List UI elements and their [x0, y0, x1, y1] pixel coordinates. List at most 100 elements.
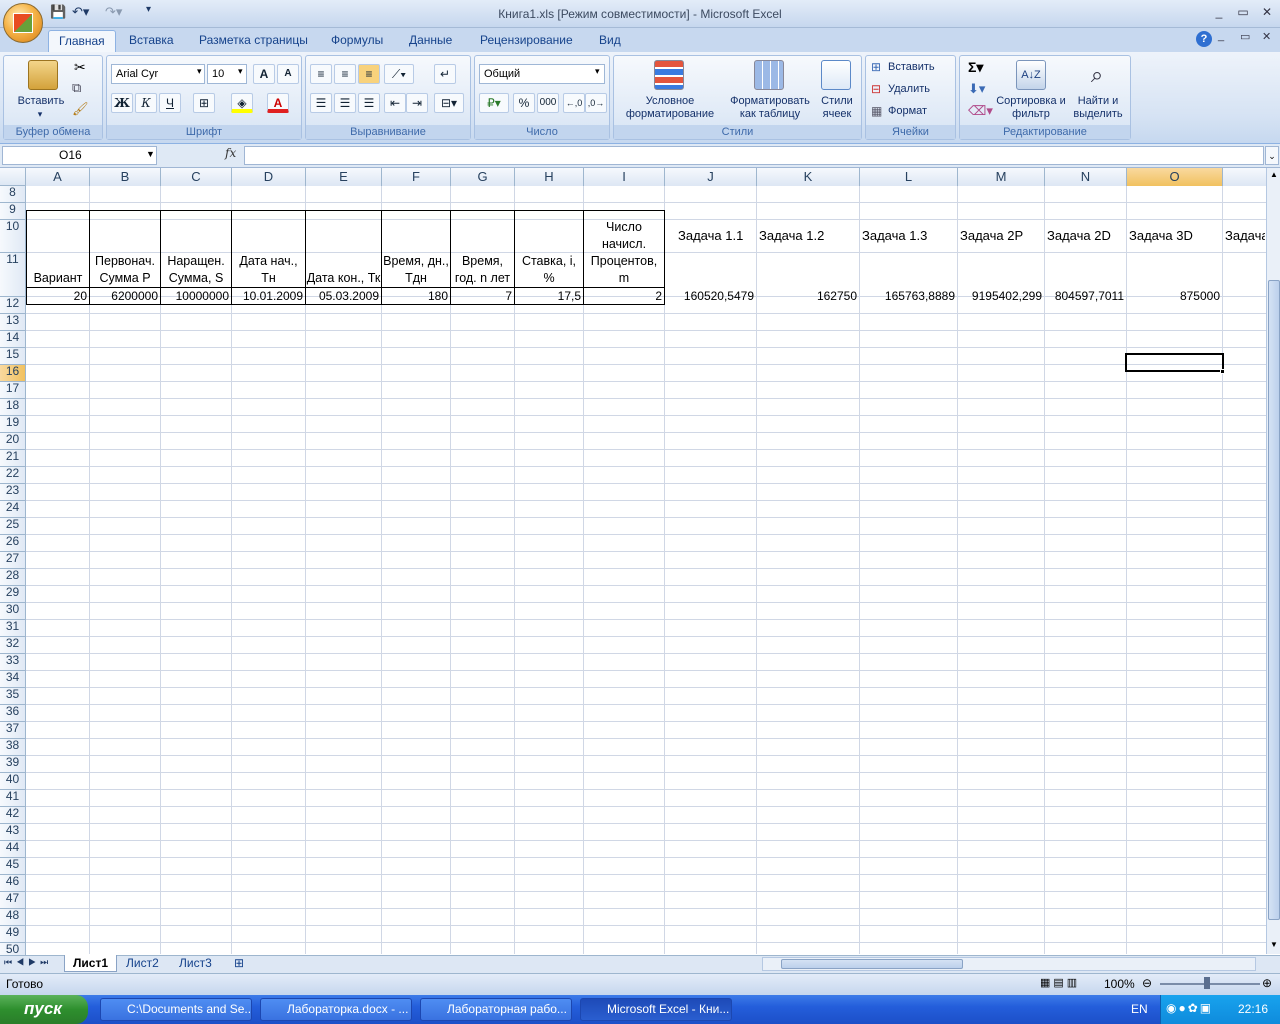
- autosum-icon[interactable]: Σ▾: [968, 59, 983, 76]
- insert-sheet-icon[interactable]: ⊞: [226, 955, 252, 972]
- currency-icon[interactable]: ₽▾: [479, 93, 509, 113]
- column-header-j[interactable]: J: [665, 168, 757, 186]
- task-header-1-2[interactable]: Задача 1.2: [759, 229, 824, 243]
- data-cell-start-date[interactable]: 10.01.2009: [231, 287, 306, 305]
- name-box-dropdown-icon[interactable]: ▼: [146, 149, 155, 159]
- scroll-up-icon[interactable]: ▲: [1268, 168, 1280, 182]
- column-header-a[interactable]: A: [26, 168, 90, 186]
- active-cell-o16[interactable]: [1125, 353, 1224, 372]
- maximize-button[interactable]: ▭: [1232, 5, 1254, 21]
- paste-button[interactable]: Вставить: [6, 95, 76, 108]
- header-cell-principal[interactable]: Первонач. Сумма P: [89, 210, 161, 288]
- format-cells-button[interactable]: Формат: [888, 105, 954, 118]
- delete-cells-button[interactable]: Удалить: [888, 83, 954, 96]
- header-cell-variant[interactable]: Вариант: [26, 210, 90, 288]
- header-cell-days[interactable]: Время, дн., Тдн: [381, 210, 451, 288]
- header-cell-end-date[interactable]: Дата кон., Тк: [305, 210, 382, 288]
- task-value-3d[interactable]: 875000: [1127, 289, 1222, 303]
- tab-review[interactable]: Рецензирование: [470, 30, 583, 52]
- column-header-e[interactable]: E: [306, 168, 382, 186]
- data-cell-variant[interactable]: 20: [26, 287, 90, 305]
- horizontal-scrollbar[interactable]: [762, 957, 1256, 971]
- zoom-slider-thumb[interactable]: [1204, 977, 1210, 989]
- sheet-tab-3[interactable]: Лист3: [171, 955, 220, 972]
- task-header-2d[interactable]: Задача 2D: [1047, 229, 1111, 243]
- bold-button[interactable]: Ж: [111, 93, 133, 113]
- number-format-dropdown-icon[interactable]: ▾: [595, 66, 600, 77]
- data-cell-principal[interactable]: 6200000: [89, 287, 161, 305]
- header-cell-start-date[interactable]: Дата нач., Тн: [231, 210, 306, 288]
- start-button[interactable]: пуск: [0, 995, 88, 1024]
- taskbar-item-excel[interactable]: Microsoft Excel - Кни...: [580, 998, 732, 1021]
- align-right-icon[interactable]: ☰: [358, 93, 380, 113]
- find-select-button[interactable]: Найти и выделить: [1066, 95, 1130, 121]
- ribbon-restore-icon[interactable]: ▭: [1240, 30, 1250, 43]
- decrease-font-icon[interactable]: A: [277, 64, 299, 84]
- borders-icon[interactable]: ⊞: [193, 93, 215, 113]
- align-middle-icon[interactable]: ≡: [334, 64, 356, 84]
- align-bottom-icon[interactable]: ≡: [358, 64, 380, 84]
- increase-font-icon[interactable]: A: [253, 64, 275, 84]
- zoom-level[interactable]: 100%: [1104, 977, 1135, 991]
- column-header-l[interactable]: L: [860, 168, 958, 186]
- clear-icon[interactable]: ⌫▾: [968, 103, 993, 119]
- format-painter-icon[interactable]: 🖌: [72, 101, 89, 117]
- sheet-tab-1[interactable]: Лист1: [64, 955, 118, 972]
- taskbar-item-explorer[interactable]: C:\Documents and Se...: [100, 998, 252, 1021]
- minimize-button[interactable]: _: [1208, 5, 1230, 21]
- horizontal-scroll-thumb[interactable]: [781, 959, 963, 969]
- data-cell-periods[interactable]: 2: [583, 287, 665, 305]
- task-header-1-3[interactable]: Задача 1.3: [862, 229, 927, 243]
- number-format-combo[interactable]: Общий: [479, 64, 605, 84]
- ribbon-minimize-icon[interactable]: _: [1218, 30, 1224, 42]
- header-cell-years[interactable]: Время, год. n лет: [450, 210, 515, 288]
- sheet-tab-2[interactable]: Лист2: [118, 955, 167, 972]
- task-value-1-3[interactable]: 165763,8889: [860, 289, 957, 303]
- sort-filter-button[interactable]: Сортировка и фильтр: [994, 95, 1068, 121]
- task-value-1-2[interactable]: 162750: [757, 289, 859, 303]
- column-header-i[interactable]: I: [584, 168, 665, 186]
- task-value-2p[interactable]: 9195402,299: [958, 289, 1044, 303]
- column-header-h[interactable]: H: [515, 168, 584, 186]
- font-size-dropdown-icon[interactable]: ▾: [238, 66, 243, 77]
- underline-button[interactable]: Ч: [159, 93, 181, 113]
- vertical-scrollbar[interactable]: ▲ ▼: [1266, 168, 1280, 954]
- merge-cells-icon[interactable]: ⊟▾: [434, 93, 464, 113]
- expand-formula-bar-icon[interactable]: ⌄: [1265, 146, 1279, 165]
- header-cell-periods[interactable]: Число начисл. Процентов, m: [583, 210, 665, 288]
- help-icon[interactable]: ?: [1196, 31, 1212, 47]
- increase-decimal-icon[interactable]: ←,0: [563, 93, 585, 113]
- increase-indent-icon[interactable]: ⇥: [406, 93, 428, 113]
- align-left-icon[interactable]: ☰: [310, 93, 332, 113]
- tab-page-layout[interactable]: Разметка страницы: [189, 30, 318, 52]
- column-header-d[interactable]: D: [232, 168, 306, 186]
- column-header-n[interactable]: N: [1045, 168, 1127, 186]
- fill-handle[interactable]: [1220, 369, 1225, 374]
- row-header-11[interactable]: 11: [0, 252, 26, 297]
- zoom-out-icon[interactable]: ⊖: [1142, 976, 1152, 990]
- insert-cells-button[interactable]: Вставить: [888, 61, 954, 74]
- decrease-indent-icon[interactable]: ⇤: [384, 93, 406, 113]
- task-header-1-1[interactable]: Задача 1.1: [678, 229, 743, 243]
- ribbon-close-icon[interactable]: ✕: [1262, 30, 1271, 43]
- tab-view[interactable]: Вид: [589, 30, 631, 52]
- font-name-dropdown-icon[interactable]: ▾: [197, 66, 202, 77]
- column-header-k[interactable]: K: [757, 168, 860, 186]
- task-value-1-1[interactable]: 160520,5479: [665, 289, 756, 303]
- fill-icon[interactable]: ⬇▾: [968, 81, 985, 97]
- paste-dropdown-icon[interactable]: ▾: [30, 108, 50, 121]
- task-header-2p[interactable]: Задача 2P: [960, 229, 1023, 243]
- name-box[interactable]: O16: [2, 146, 157, 165]
- data-cell-years[interactable]: 7: [450, 287, 515, 305]
- data-cell-end-date[interactable]: 05.03.2009: [305, 287, 382, 305]
- copy-icon[interactable]: ⧉: [72, 80, 81, 96]
- column-header-o[interactable]: O: [1127, 168, 1223, 186]
- column-header-m[interactable]: M: [958, 168, 1045, 186]
- zoom-slider[interactable]: [1160, 983, 1260, 985]
- task-value-2d[interactable]: 804597,7011: [1045, 289, 1126, 303]
- tab-formulas[interactable]: Формулы: [321, 30, 393, 52]
- language-indicator[interactable]: EN: [1131, 1002, 1148, 1016]
- taskbar-item-word-2[interactable]: Лабораторная рабо...: [420, 998, 572, 1021]
- formula-input[interactable]: [244, 146, 1264, 165]
- format-as-table-button[interactable]: Форматировать как таблицу: [724, 95, 816, 121]
